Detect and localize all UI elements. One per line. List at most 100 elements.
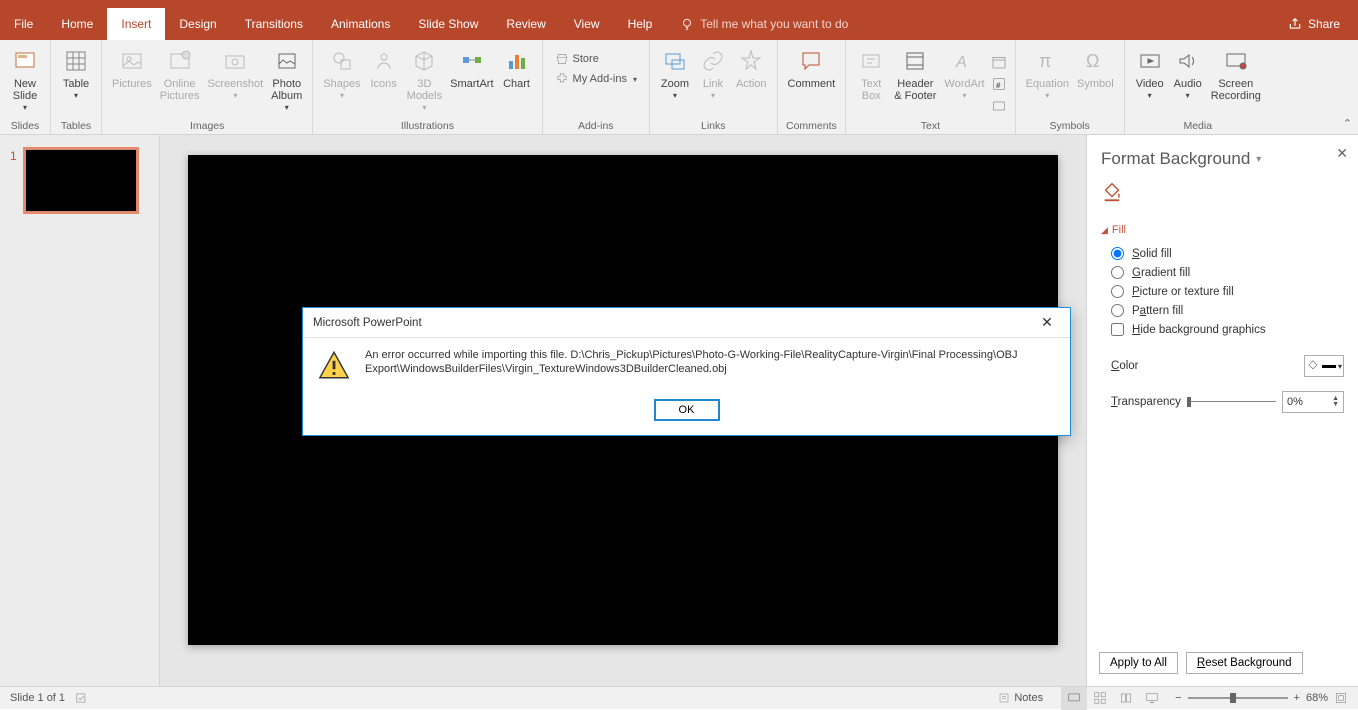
notes-label: Notes bbox=[1014, 692, 1043, 704]
fill-category-icon[interactable] bbox=[1101, 181, 1344, 208]
slide-thumbnails-panel: 1 bbox=[0, 135, 160, 686]
transparency-input[interactable]: 0%▲▼ bbox=[1282, 391, 1344, 413]
reading-view-button[interactable] bbox=[1113, 687, 1139, 710]
date-time-icon[interactable] bbox=[991, 54, 1007, 70]
tab-review[interactable]: Review bbox=[492, 8, 559, 40]
hide-bg-checkbox[interactable]: Hide background graphics bbox=[1101, 320, 1344, 339]
share-button[interactable]: Share bbox=[1270, 17, 1358, 31]
store-button[interactable]: Store bbox=[551, 50, 641, 68]
equation-button[interactable]: πEquation▾ bbox=[1022, 46, 1073, 118]
tab-animations[interactable]: Animations bbox=[317, 8, 404, 40]
group-addins-label: Add-ins bbox=[549, 118, 643, 134]
zoom-out-button[interactable]: − bbox=[1175, 692, 1181, 704]
online-pictures-button[interactable]: Online Pictures bbox=[156, 46, 204, 118]
zoom-slider[interactable] bbox=[1188, 697, 1288, 699]
reset-background-button[interactable]: Reset Background bbox=[1186, 652, 1303, 674]
store-label: Store bbox=[573, 53, 599, 65]
transparency-slider[interactable] bbox=[1187, 395, 1276, 409]
tab-home[interactable]: Home bbox=[47, 8, 107, 40]
spellcheck-icon[interactable] bbox=[75, 691, 89, 705]
share-icon bbox=[1288, 17, 1302, 31]
smartart-icon bbox=[457, 46, 487, 76]
my-addins-button[interactable]: My Add-ins▾ bbox=[551, 70, 641, 88]
photo-album-button[interactable]: Photo Album ▾ bbox=[267, 46, 306, 118]
new-slide-button[interactable]: New Slide ▾ bbox=[6, 46, 44, 118]
action-icon bbox=[736, 46, 766, 76]
link-button[interactable]: Link▾ bbox=[694, 46, 732, 118]
slide-canvas-area[interactable] bbox=[160, 135, 1086, 686]
action-button[interactable]: Action bbox=[732, 46, 771, 118]
chart-button[interactable]: Chart bbox=[498, 46, 536, 118]
header-footer-button[interactable]: Header & Footer bbox=[890, 46, 940, 118]
shapes-button[interactable]: Shapes▾ bbox=[319, 46, 364, 118]
object-icon[interactable] bbox=[991, 98, 1007, 114]
wordart-button[interactable]: AWordArt▾ bbox=[940, 46, 988, 118]
color-picker-button[interactable]: ▾ bbox=[1304, 355, 1344, 377]
screen-recording-label: Screen Recording bbox=[1211, 78, 1261, 102]
close-panel-button[interactable]: ✕ bbox=[1336, 145, 1348, 162]
addins-icon bbox=[555, 72, 569, 86]
zoom-button[interactable]: Zoom▾ bbox=[656, 46, 694, 118]
tab-view[interactable]: View bbox=[560, 8, 614, 40]
my-addins-label: My Add-ins bbox=[573, 73, 627, 85]
photo-album-label: Photo Album bbox=[271, 78, 302, 102]
slideshow-view-button[interactable] bbox=[1139, 687, 1165, 710]
picture-fill-radio[interactable]: Picture or texture fill bbox=[1101, 282, 1344, 301]
tab-help[interactable]: Help bbox=[614, 8, 667, 40]
comment-button[interactable]: Comment bbox=[784, 46, 840, 118]
color-swatch bbox=[1322, 365, 1336, 368]
group-comments-label: Comments bbox=[784, 118, 840, 134]
pictures-icon bbox=[117, 46, 147, 76]
gradient-fill-radio[interactable]: Gradient fill bbox=[1101, 263, 1344, 282]
pattern-fill-radio[interactable]: Pattern fill bbox=[1101, 301, 1344, 320]
icons-label: Icons bbox=[371, 78, 397, 90]
text-box-button[interactable]: Text Box bbox=[852, 46, 890, 118]
tab-insert[interactable]: Insert bbox=[107, 8, 165, 40]
pictures-button[interactable]: Pictures bbox=[108, 46, 156, 118]
symbol-icon: Ω bbox=[1080, 46, 1110, 76]
zoom-in-button[interactable]: + bbox=[1294, 692, 1300, 704]
dropdown-icon: ▾ bbox=[285, 103, 289, 112]
notes-button[interactable]: Notes bbox=[990, 692, 1051, 704]
screenshot-button[interactable]: Screenshot ▾ bbox=[204, 46, 268, 118]
collapse-ribbon-button[interactable]: ⌃ bbox=[1343, 117, 1352, 130]
transparency-value: 0% bbox=[1287, 396, 1303, 408]
sorter-view-button[interactable] bbox=[1087, 687, 1113, 710]
normal-view-button[interactable] bbox=[1061, 687, 1087, 710]
video-icon bbox=[1135, 46, 1165, 76]
chart-icon bbox=[502, 46, 532, 76]
3d-models-button[interactable]: 3D Models▾ bbox=[403, 46, 446, 118]
screen-recording-button[interactable]: Screen Recording bbox=[1207, 46, 1265, 118]
table-button[interactable]: Table ▾ bbox=[57, 46, 95, 118]
icons-button[interactable]: Icons bbox=[365, 46, 403, 118]
collapse-icon[interactable]: ◢ bbox=[1101, 225, 1108, 236]
wordart-label: WordArt bbox=[944, 78, 984, 90]
text-box-icon bbox=[856, 46, 886, 76]
dropdown-icon: ▾ bbox=[340, 91, 344, 100]
slide-number-icon[interactable]: # bbox=[991, 76, 1007, 92]
group-slides-label: Slides bbox=[6, 118, 44, 134]
screen-recording-icon bbox=[1221, 46, 1251, 76]
3d-models-label: 3D Models bbox=[407, 78, 442, 102]
paint-bucket-icon bbox=[1306, 359, 1320, 373]
audio-button[interactable]: Audio▾ bbox=[1169, 46, 1207, 118]
symbol-button[interactable]: ΩSymbol bbox=[1073, 46, 1118, 118]
tab-slideshow[interactable]: Slide Show bbox=[404, 8, 492, 40]
apply-to-all-button[interactable]: Apply to All bbox=[1099, 652, 1178, 674]
slide-counter: Slide 1 of 1 bbox=[10, 692, 65, 704]
link-label: Link bbox=[703, 78, 723, 90]
fit-window-button[interactable] bbox=[1334, 691, 1348, 705]
video-button[interactable]: Video▾ bbox=[1131, 46, 1169, 118]
smartart-button[interactable]: SmartArt bbox=[446, 46, 497, 118]
3d-models-icon bbox=[409, 46, 439, 76]
tab-transitions[interactable]: Transitions bbox=[231, 8, 317, 40]
solid-fill-radio[interactable]: Solid fill bbox=[1101, 244, 1344, 263]
svg-text:A: A bbox=[955, 54, 967, 71]
tab-design[interactable]: Design bbox=[165, 8, 230, 40]
tab-file[interactable]: File bbox=[0, 8, 47, 40]
tell-me-search[interactable]: Tell me what you want to do bbox=[680, 17, 848, 31]
slide-1[interactable] bbox=[188, 155, 1058, 645]
table-icon bbox=[61, 46, 91, 76]
online-pictures-icon bbox=[165, 46, 195, 76]
slide-thumbnail-1[interactable] bbox=[25, 149, 137, 212]
